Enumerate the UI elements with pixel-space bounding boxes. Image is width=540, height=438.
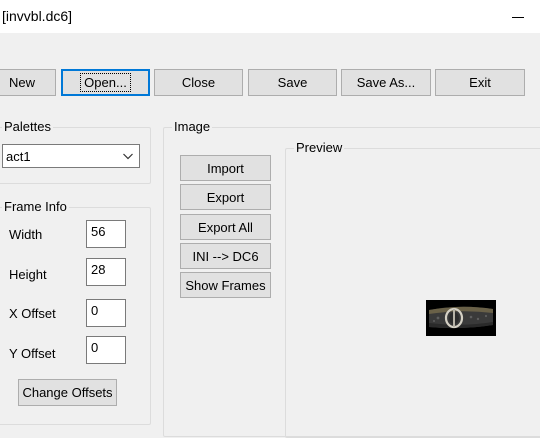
minimize-icon xyxy=(512,17,524,18)
minimize-button[interactable] xyxy=(496,0,540,33)
show-frames-button[interactable]: Show Frames xyxy=(180,272,271,298)
close-button[interactable]: Close xyxy=(154,69,243,96)
window-title: [invvbl.dc6] xyxy=(2,8,73,24)
preview-group: Preview xyxy=(285,140,540,438)
open-button[interactable]: Open... xyxy=(61,69,150,96)
new-button-label: New xyxy=(8,75,35,90)
palette-select[interactable]: act1 xyxy=(2,144,140,168)
save-as-button[interactable]: Save As... xyxy=(341,69,431,96)
import-button[interactable]: Import xyxy=(180,155,271,181)
height-label: Height xyxy=(9,267,47,282)
height-field[interactable]: 28 xyxy=(86,258,126,286)
title-bar: [invvbl.dc6] xyxy=(0,0,540,33)
import-button-label: Import xyxy=(207,160,244,176)
exit-button[interactable]: Exit xyxy=(435,69,525,96)
preview-group-label: Preview xyxy=(294,140,345,156)
export-all-button-label: Export All xyxy=(198,219,253,235)
save-button[interactable]: Save xyxy=(248,69,337,96)
width-field[interactable]: 56 xyxy=(86,220,126,248)
width-label: Width xyxy=(9,227,43,242)
ini-to-dc6-button-label: INI --> DC6 xyxy=(192,248,259,264)
export-all-button[interactable]: Export All xyxy=(180,214,271,240)
image-group-label: Image xyxy=(172,119,213,135)
show-frames-button-label: Show Frames xyxy=(185,277,266,293)
export-button-label: Export xyxy=(206,189,245,205)
chevron-down-icon xyxy=(123,153,133,160)
export-button[interactable]: Export xyxy=(180,184,271,210)
x-offset-label: X Offset xyxy=(9,306,56,321)
belt-sprite-image xyxy=(426,300,496,336)
y-offset-field[interactable]: 0 xyxy=(86,336,126,364)
change-offsets-label: Change Offsets xyxy=(22,385,113,400)
save-button-label: Save xyxy=(277,75,308,90)
y-offset-label: Y Offset xyxy=(9,346,56,361)
save-as-button-label: Save As... xyxy=(356,75,416,90)
frame-info-group-label: Frame Info xyxy=(2,199,69,215)
open-button-label: Open... xyxy=(80,73,131,92)
palettes-group-label: Palettes xyxy=(2,119,53,135)
ini-to-dc6-button[interactable]: INI --> DC6 xyxy=(180,243,271,269)
new-button[interactable]: New xyxy=(0,69,56,96)
change-offsets-button[interactable]: Change Offsets xyxy=(18,379,117,406)
close-button-label: Close xyxy=(181,75,216,90)
x-offset-field[interactable]: 0 xyxy=(86,299,126,327)
palette-select-value: act1 xyxy=(6,148,31,164)
exit-button-label: Exit xyxy=(469,75,491,90)
